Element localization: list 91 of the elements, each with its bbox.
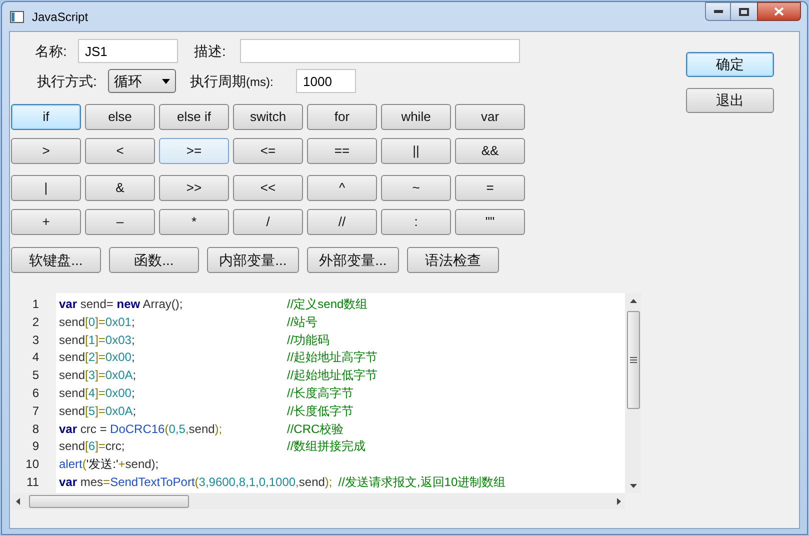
keypad-button[interactable]: * bbox=[159, 209, 229, 235]
scroll-down-icon bbox=[630, 484, 636, 488]
code-line: alert('发送:'+send); bbox=[59, 456, 160, 474]
scrollbar-thumb[interactable] bbox=[626, 311, 640, 409]
dialog-button[interactable]: 确定 bbox=[686, 52, 774, 77]
code-line: send[1]=0x03; bbox=[59, 332, 136, 349]
keypad-button[interactable]: >= bbox=[159, 138, 229, 164]
keypad-button[interactable]: "" bbox=[455, 209, 525, 235]
close-icon bbox=[774, 7, 784, 16]
keypad-button[interactable]: else bbox=[85, 104, 155, 130]
keypad-button[interactable]: : bbox=[381, 209, 451, 235]
line-number: 10 bbox=[24, 456, 40, 474]
code-line: send[5]=0x0A; bbox=[59, 402, 138, 420]
keypad-button[interactable]: if bbox=[11, 104, 81, 130]
period-field[interactable]: 1000 bbox=[296, 69, 356, 93]
app-window-icon bbox=[10, 10, 24, 22]
description-field[interactable] bbox=[240, 39, 520, 63]
code-line: send[0]=0x01; bbox=[59, 314, 136, 331]
code-line: var send= new Array(); bbox=[59, 296, 184, 313]
keypad-button[interactable]: – bbox=[85, 209, 155, 235]
keypad-button[interactable]: > bbox=[11, 138, 81, 164]
code-line: send[2]=0x00; bbox=[59, 349, 136, 366]
mode-label: 执行方式: bbox=[37, 72, 98, 90]
maximize-button[interactable] bbox=[731, 2, 757, 21]
tool-button[interactable]: 外部变量... bbox=[307, 247, 399, 273]
code-comment: //起始地址高字节 bbox=[286, 349, 378, 366]
horizontal-scrollbar[interactable] bbox=[12, 493, 625, 509]
scrollbar-thumb[interactable] bbox=[29, 494, 189, 508]
code-line: var mes=SendTextToPort(3,9600,8,1,0,1000,send); bbox=[59, 474, 332, 491]
scroll-up-icon bbox=[630, 299, 636, 303]
code-comment: //长度低字节 bbox=[286, 402, 354, 420]
keypad-button[interactable]: + bbox=[11, 209, 81, 235]
grip-icon bbox=[630, 357, 636, 363]
line-number: 11 bbox=[26, 474, 40, 491]
dialog-button[interactable]: 退出 bbox=[686, 88, 774, 113]
keypad-button[interactable]: & bbox=[85, 175, 155, 201]
line-number: 3 bbox=[31, 332, 40, 349]
window-title: JavaScript bbox=[32, 8, 88, 26]
keypad-button[interactable]: = bbox=[455, 175, 525, 201]
keypad-button[interactable]: // bbox=[307, 209, 377, 235]
keypad-button[interactable]: < bbox=[85, 138, 155, 164]
scroll-right-icon bbox=[617, 498, 621, 504]
minimize-button[interactable] bbox=[705, 2, 731, 21]
keypad-button[interactable]: ^ bbox=[307, 175, 377, 201]
line-number: 8 bbox=[31, 420, 40, 438]
keypad-button[interactable]: <= bbox=[233, 138, 303, 164]
line-number: 2 bbox=[31, 314, 40, 331]
code-comment: //站号 bbox=[286, 314, 318, 331]
code-comment: //定义send数组 bbox=[286, 296, 368, 313]
keypad-button[interactable]: ~ bbox=[381, 175, 451, 201]
code-line: send[4]=0x00; bbox=[59, 384, 136, 402]
tool-button[interactable]: 内部变量... bbox=[207, 247, 299, 273]
keypad-button[interactable]: | bbox=[11, 175, 81, 201]
keypad-button[interactable]: switch bbox=[233, 104, 303, 130]
code-line: send[6]=crc; bbox=[59, 438, 126, 456]
line-number: 1 bbox=[31, 296, 40, 313]
code-line: var crc = DoCRC16(0,5,send); bbox=[59, 420, 224, 438]
keypad-button[interactable]: || bbox=[381, 138, 451, 164]
keypad-button[interactable]: var bbox=[455, 104, 525, 130]
code-comment: //数组拼接完成 bbox=[286, 438, 366, 456]
code-line: send[3]=0x0A; bbox=[59, 367, 138, 384]
tool-button[interactable]: 语法检查 bbox=[407, 247, 499, 273]
keypad-button[interactable]: / bbox=[233, 209, 303, 235]
keypad-button[interactable]: while bbox=[381, 104, 451, 130]
line-number: 9 bbox=[31, 438, 40, 456]
close-button[interactable] bbox=[757, 2, 801, 21]
dropdown-arrow-icon bbox=[162, 78, 170, 84]
tool-button[interactable]: 软键盘... bbox=[11, 247, 101, 273]
line-number: 4 bbox=[31, 349, 40, 366]
scroll-left-icon bbox=[16, 498, 20, 504]
code-comment: //长度高字节 bbox=[286, 384, 354, 402]
keypad-button[interactable]: >> bbox=[159, 175, 229, 201]
code-comment: //功能码 bbox=[286, 332, 330, 349]
name-field[interactable]: JS1 bbox=[78, 39, 178, 63]
keypad-button[interactable]: << bbox=[233, 175, 303, 201]
line-number: 6 bbox=[31, 384, 40, 402]
keypad-button[interactable]: == bbox=[307, 138, 377, 164]
mode-dropdown[interactable]: 循环 bbox=[108, 69, 176, 93]
keypad-button[interactable]: else if bbox=[159, 104, 229, 130]
keypad-button[interactable]: for bbox=[307, 104, 377, 130]
period-label: 执行周期(ms): bbox=[190, 72, 274, 90]
line-number: 5 bbox=[31, 367, 40, 384]
keypad-button[interactable]: && bbox=[455, 138, 525, 164]
tool-button[interactable]: 函数... bbox=[109, 247, 199, 273]
code-comment: //起始地址低字节 bbox=[286, 367, 378, 384]
code-comment: //CRC校验 bbox=[286, 420, 344, 438]
line-number: 7 bbox=[31, 402, 40, 420]
name-label: 名称: bbox=[35, 42, 68, 60]
description-label: 描述: bbox=[194, 42, 227, 60]
vertical-scrollbar[interactable] bbox=[625, 293, 641, 493]
code-comment: //发送请求报文,返回10进制数组 bbox=[337, 474, 506, 491]
